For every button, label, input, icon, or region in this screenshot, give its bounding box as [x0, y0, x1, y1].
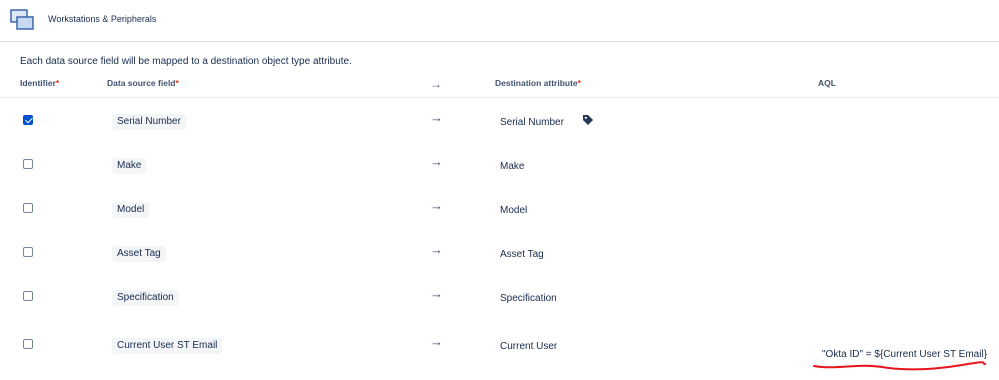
identifier-checkbox[interactable] — [23, 339, 33, 349]
identifier-checkbox[interactable] — [23, 247, 33, 257]
mapping-row: Make → Make — [0, 144, 999, 188]
source-column-header: Data source field* — [107, 78, 179, 88]
destination-attribute[interactable]: Current User — [500, 341, 557, 352]
identifier-checkbox[interactable] — [23, 291, 33, 301]
source-field[interactable]: Serial Number — [112, 114, 186, 130]
object-type-header: Workstations & Peripherals — [0, 0, 999, 42]
source-field[interactable]: Current User ST Email — [112, 338, 223, 354]
arrow-right-icon: → — [430, 242, 443, 257]
destination-attribute[interactable]: Asset Tag — [500, 249, 544, 260]
mapping-row: Specification → Specification — [0, 276, 999, 320]
source-field[interactable]: Specification — [112, 290, 179, 306]
destination-attribute[interactable]: Model — [500, 205, 527, 216]
mapping-row: Asset Tag → Asset Tag — [0, 232, 999, 276]
destination-attribute[interactable]: Specification — [500, 293, 557, 304]
tag-icon — [583, 115, 593, 125]
arrow-right-icon: → — [430, 334, 443, 349]
object-type-icon — [10, 9, 34, 30]
header-divider — [0, 97, 999, 98]
red-underline-annotation — [813, 361, 986, 371]
arrow-right-icon: → — [430, 77, 442, 91]
mapping-row: Model → Model — [0, 188, 999, 232]
object-type-title: Workstations & Peripherals — [48, 14, 157, 24]
destination-column-header: Destination attribute* — [495, 78, 581, 88]
identifier-checkbox[interactable] — [23, 159, 33, 169]
aql-column-header: AQL — [818, 78, 836, 88]
mapping-description: Each data source field will be mapped to… — [20, 56, 352, 67]
identifier-checkbox[interactable] — [23, 203, 33, 213]
source-field[interactable]: Make — [112, 158, 147, 174]
identifier-checkbox[interactable] — [23, 115, 33, 125]
arrow-right-icon: → — [430, 198, 443, 213]
mapping-row: Serial Number → Serial Number — [0, 100, 999, 144]
destination-attribute[interactable]: Make — [500, 161, 524, 172]
arrow-right-icon: → — [430, 110, 443, 125]
arrow-right-icon: → — [430, 286, 443, 301]
source-field[interactable]: Asset Tag — [112, 246, 166, 262]
identifier-column-header: Identifier* — [20, 78, 60, 88]
destination-attribute[interactable]: Serial Number — [500, 117, 564, 128]
source-field[interactable]: Model — [112, 202, 150, 218]
arrow-right-icon: → — [430, 154, 443, 169]
